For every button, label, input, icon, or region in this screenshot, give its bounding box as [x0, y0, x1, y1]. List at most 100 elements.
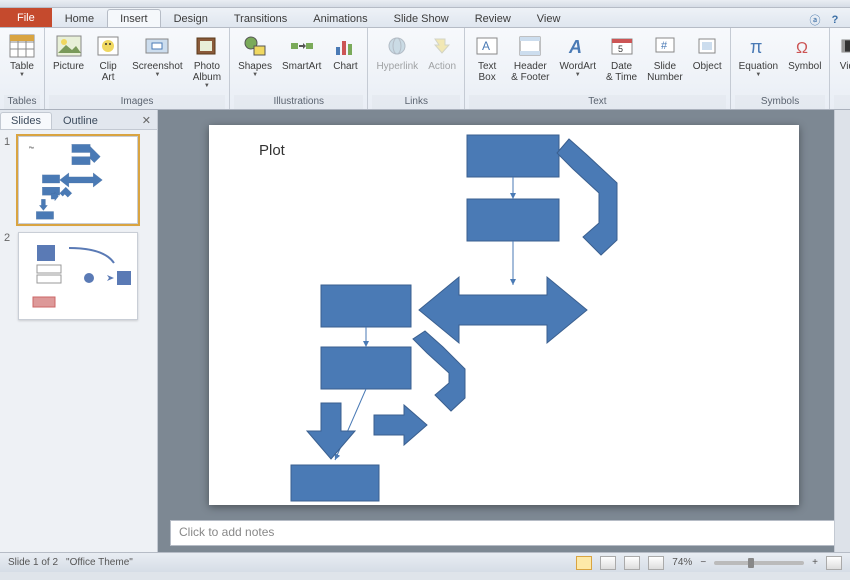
- tab-review[interactable]: Review: [462, 9, 524, 27]
- svg-text:Ω: Ω: [796, 40, 808, 57]
- picture-icon: [55, 32, 83, 60]
- photoalbum-button[interactable]: Photo Album▼: [189, 30, 225, 91]
- view-sorter-button[interactable]: [600, 556, 616, 570]
- group-links-label: Links: [372, 95, 460, 109]
- svg-text:π: π: [750, 37, 762, 57]
- group-illustrations-label: Illustrations: [234, 95, 363, 109]
- hyperlink-button: Hyperlink: [372, 30, 422, 74]
- status-theme: "Office Theme": [66, 557, 133, 568]
- shape-rect[interactable]: [321, 347, 411, 389]
- action-button: Action: [424, 30, 460, 74]
- headerfooter-button[interactable]: Header & Footer: [507, 30, 553, 85]
- svg-text:#: #: [661, 40, 668, 52]
- zoom-level[interactable]: 74%: [672, 557, 692, 568]
- ribbon-tabs: File Home Insert Design Transitions Anim…: [0, 8, 850, 28]
- symbol-icon: Ω: [791, 32, 819, 60]
- textbox-icon: A: [473, 32, 501, 60]
- smartart-icon: [288, 32, 316, 60]
- table-icon: [8, 32, 36, 60]
- svg-text:Plot: Plot: [29, 145, 34, 149]
- shapes-icon: [241, 32, 269, 60]
- shape-bent-arrow[interactable]: [557, 139, 617, 255]
- smartart-button[interactable]: SmartArt: [278, 30, 325, 74]
- video-button[interactable]: Video▼: [834, 30, 850, 80]
- tab-slideshow[interactable]: Slide Show: [381, 9, 462, 27]
- equation-icon: π: [744, 32, 772, 60]
- slide-stage: Plot Click: [158, 110, 850, 552]
- thumb-number: 1: [4, 136, 14, 224]
- zoom-in-button[interactable]: +: [812, 557, 818, 568]
- chart-button[interactable]: Chart: [327, 30, 363, 74]
- group-text-label: Text: [469, 95, 725, 109]
- tab-animations[interactable]: Animations: [300, 9, 380, 27]
- view-normal-button[interactable]: [576, 556, 592, 570]
- slide-thumbnail-2[interactable]: [18, 232, 138, 320]
- hyperlink-icon: [383, 32, 411, 60]
- tab-insert[interactable]: Insert: [107, 9, 161, 27]
- slide-title-text[interactable]: Plot: [259, 142, 286, 159]
- shape-double-arrow[interactable]: [419, 277, 587, 343]
- thumb-number: 2: [4, 232, 14, 320]
- clipart-icon: [94, 32, 122, 60]
- shape-down-arrow[interactable]: [307, 403, 355, 459]
- datetime-button[interactable]: 5Date & Time: [602, 30, 641, 85]
- shape-rect[interactable]: [467, 199, 559, 241]
- ribbon: Table▼ Tables Picture Clip Art Screensho…: [0, 28, 850, 110]
- symbol-button[interactable]: ΩSymbol: [784, 30, 825, 74]
- slides-panel: Slides Outline ✕ 1 Plot 2: [0, 110, 158, 552]
- shape-bent-arrow[interactable]: [413, 331, 465, 411]
- minimize-ribbon-icon[interactable]: ⓐ: [808, 13, 822, 27]
- panel-tab-slides[interactable]: Slides: [0, 112, 52, 129]
- fit-to-window-button[interactable]: [826, 556, 842, 570]
- action-icon: [428, 32, 456, 60]
- datetime-icon: 5: [608, 32, 636, 60]
- status-bar: Slide 1 of 2 "Office Theme" 74% − +: [0, 552, 850, 572]
- video-icon: [838, 32, 850, 60]
- view-reading-button[interactable]: [624, 556, 640, 570]
- photoalbum-icon: [193, 32, 221, 60]
- slide-canvas[interactable]: Plot: [209, 125, 799, 505]
- tab-home[interactable]: Home: [52, 9, 107, 27]
- group-tables-label: Tables: [4, 95, 40, 109]
- status-slide-indicator: Slide 1 of 2: [8, 557, 58, 568]
- svg-text:5: 5: [618, 44, 623, 54]
- object-button[interactable]: Object: [689, 30, 726, 74]
- shape-right-arrow[interactable]: [374, 405, 427, 445]
- slidenumber-icon: #: [651, 32, 679, 60]
- screenshot-button[interactable]: Screenshot▼: [128, 30, 187, 80]
- chart-icon: [331, 32, 359, 60]
- vertical-scrollbar[interactable]: [834, 110, 850, 552]
- headerfooter-icon: [516, 32, 544, 60]
- wordart-button[interactable]: AWordArt▼: [556, 30, 601, 80]
- object-icon: [693, 32, 721, 60]
- group-media-label: Media: [834, 95, 850, 109]
- panel-tab-outline[interactable]: Outline: [52, 112, 109, 129]
- tab-transitions[interactable]: Transitions: [221, 9, 300, 27]
- screenshot-icon: [143, 32, 171, 60]
- group-symbols-label: Symbols: [735, 95, 826, 109]
- view-slideshow-button[interactable]: [648, 556, 664, 570]
- notes-pane[interactable]: Click to add notes: [170, 520, 838, 546]
- tab-file[interactable]: File: [0, 8, 52, 27]
- clipart-button[interactable]: Clip Art: [90, 30, 126, 85]
- group-images-label: Images: [49, 95, 225, 109]
- picture-button[interactable]: Picture: [49, 30, 88, 74]
- shape-rect[interactable]: [321, 285, 411, 327]
- slidenumber-button[interactable]: #Slide Number: [643, 30, 687, 85]
- shapes-button[interactable]: Shapes▼: [234, 30, 276, 80]
- textbox-button[interactable]: AText Box: [469, 30, 505, 85]
- zoom-slider[interactable]: [714, 561, 804, 565]
- table-button[interactable]: Table▼: [4, 30, 40, 80]
- zoom-out-button[interactable]: −: [700, 557, 706, 568]
- wordart-icon: A: [564, 32, 592, 60]
- equation-button[interactable]: πEquation▼: [735, 30, 782, 80]
- tab-view[interactable]: View: [524, 9, 574, 27]
- svg-text:A: A: [568, 37, 582, 57]
- slide-thumbnail-1[interactable]: Plot: [18, 136, 138, 224]
- shape-rect[interactable]: [291, 465, 379, 501]
- panel-close-button[interactable]: ✕: [136, 112, 157, 129]
- shape-rect[interactable]: [467, 135, 559, 177]
- quick-access-toolbar: [0, 0, 850, 8]
- help-icon[interactable]: ?: [828, 13, 842, 27]
- tab-design[interactable]: Design: [161, 9, 221, 27]
